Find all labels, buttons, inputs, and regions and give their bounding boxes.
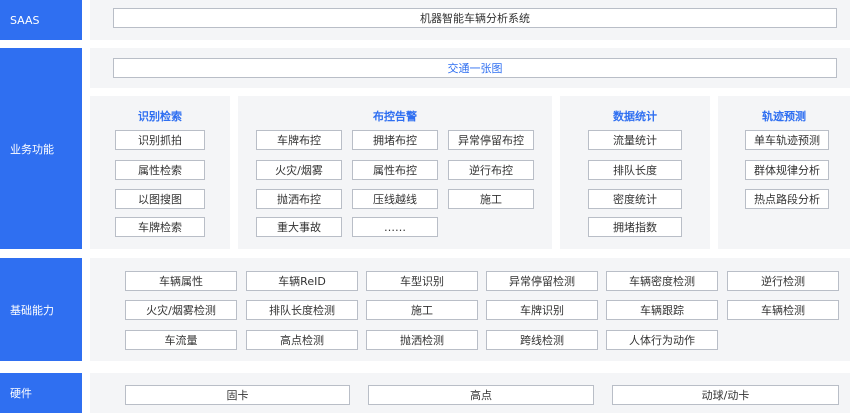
cap-fire-smoke[interactable]: 火灾/烟雾检测 (125, 300, 237, 320)
cap-vehicle-type[interactable]: 车型识别 (366, 271, 478, 291)
cap-line-crossing[interactable]: 跨线检测 (486, 330, 598, 350)
item-congestion-control[interactable]: 拥堵布控 (352, 130, 438, 150)
hw-high-point[interactable]: 高点 (368, 385, 594, 405)
panel-stats-title: 数据统计 (613, 110, 657, 123)
item-line-crossing[interactable]: 压线越线 (352, 189, 438, 209)
item-fire-smoke[interactable]: 火灾/烟雾 (256, 160, 342, 180)
cap-vehicle-detection[interactable]: 车辆检测 (727, 300, 839, 320)
item-density-stats[interactable]: 密度统计 (588, 189, 682, 209)
business-label: 业务功能 (0, 48, 82, 249)
traffic-map-banner[interactable]: 交通一张图 (113, 58, 837, 78)
item-major-accident[interactable]: 重大事故 (256, 217, 342, 237)
cap-density-detect[interactable]: 车辆密度检测 (606, 271, 718, 291)
panel-alarm-title: 布控告警 (373, 110, 417, 123)
cap-high-point[interactable]: 高点检测 (246, 330, 358, 350)
system-title-box[interactable]: 机器智能车辆分析系统 (113, 8, 837, 28)
item-spill-control[interactable]: 抛洒布控 (256, 189, 342, 209)
item-plate-control[interactable]: 车牌布控 (256, 130, 342, 150)
cap-human-action[interactable]: 人体行为动作 (606, 330, 718, 350)
item-image-search[interactable]: 以图搜图 (115, 189, 205, 209)
cap-vehicle-attribute[interactable]: 车辆属性 (125, 271, 237, 291)
item-attribute-control[interactable]: 属性布控 (352, 160, 438, 180)
saas-label: SAAS (0, 0, 82, 40)
item-flow-stats[interactable]: 流量统计 (588, 130, 682, 150)
cap-traffic-flow[interactable]: 车流量 (125, 330, 237, 350)
cap-abnormal-stop[interactable]: 异常停留检测 (486, 271, 598, 291)
item-more[interactable]: …… (352, 217, 438, 237)
panel-stats: 数据统计 流量统计 排队长度 密度统计 拥堵指数 (560, 96, 710, 249)
item-queue-length[interactable]: 排队长度 (588, 160, 682, 180)
cap-retrograde[interactable]: 逆行检测 (727, 271, 839, 291)
item-group-pattern[interactable]: 群体规律分析 (745, 160, 829, 180)
hw-fixed-camera[interactable]: 固卡 (125, 385, 350, 405)
item-construction[interactable]: 施工 (448, 189, 534, 209)
hardware-label: 硬件 (0, 373, 82, 413)
cap-vehicle-reid[interactable]: 车辆ReID (246, 271, 358, 291)
panel-trajectory-title: 轨迹预测 (762, 110, 806, 123)
item-capture[interactable]: 识别抓拍 (115, 130, 205, 150)
hw-dome-camera[interactable]: 动球/动卡 (612, 385, 839, 405)
item-plate-search[interactable]: 车牌检索 (115, 217, 205, 237)
cap-construction[interactable]: 施工 (366, 300, 478, 320)
item-abnormal-stop-control[interactable]: 异常停留布控 (448, 130, 534, 150)
item-attribute-search[interactable]: 属性检索 (115, 160, 205, 180)
cap-plate-recognition[interactable]: 车牌识别 (486, 300, 598, 320)
item-congestion-index[interactable]: 拥堵指数 (588, 217, 682, 237)
item-retrograde-control[interactable]: 逆行布控 (448, 160, 534, 180)
cap-queue-length[interactable]: 排队长度检测 (246, 300, 358, 320)
cap-spill-detect[interactable]: 抛洒检测 (366, 330, 478, 350)
capability-label: 基础能力 (0, 258, 82, 361)
item-hotspot-road[interactable]: 热点路段分析 (745, 189, 829, 209)
panel-trajectory: 轨迹预测 单车轨迹预测 群体规律分析 热点路段分析 (718, 96, 850, 249)
panel-recognition-title: 识别检索 (138, 110, 182, 123)
panel-alarm: 布控告警 车牌布控 拥堵布控 异常停留布控 火灾/烟雾 属性布控 逆行布控 抛洒… (238, 96, 552, 249)
cap-vehicle-tracking[interactable]: 车辆跟踪 (606, 300, 718, 320)
item-single-trajectory[interactable]: 单车轨迹预测 (745, 130, 829, 150)
panel-recognition: 识别检索 识别抓拍 属性检索 以图搜图 车牌检索 (90, 96, 230, 249)
